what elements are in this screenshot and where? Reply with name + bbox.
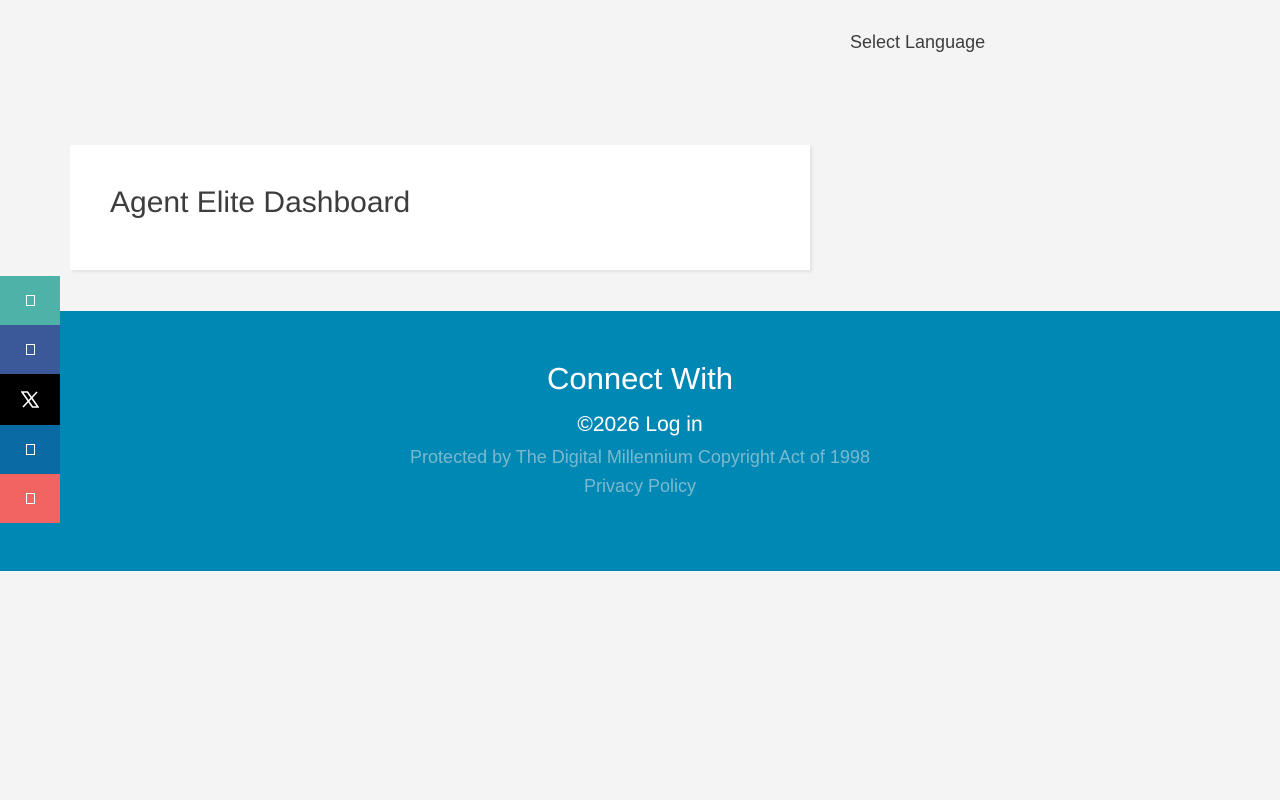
share-icon xyxy=(25,295,35,306)
share-button[interactable] xyxy=(0,276,60,325)
language-selector[interactable]: Select Language xyxy=(850,31,985,53)
linkedin-share-button[interactable] xyxy=(0,425,60,474)
x-share-button[interactable] xyxy=(0,374,60,425)
facebook-share-button[interactable] xyxy=(0,325,60,374)
email-icon xyxy=(25,493,35,504)
site-footer: Connect With ©2026 Log in Protected by T… xyxy=(0,311,1280,571)
email-share-button[interactable] xyxy=(0,474,60,523)
connect-heading: Connect With xyxy=(546,361,734,396)
x-twitter-icon xyxy=(21,391,39,408)
dmca-notice: Protected by The Digital Millennium Copy… xyxy=(410,447,870,467)
page: Select Language Agent Elite Dashboard Co… xyxy=(0,0,1280,800)
language-selector-label: Select Language xyxy=(850,32,986,52)
page-title-card: Agent Elite Dashboard xyxy=(70,145,810,270)
copyright-row: ©2026 Log in xyxy=(0,412,1280,438)
privacy-policy-link[interactable]: Privacy Policy xyxy=(584,476,696,496)
linkedin-icon xyxy=(25,444,35,455)
facebook-icon xyxy=(25,344,35,355)
social-share-bar xyxy=(0,276,60,523)
page-title: Agent Elite Dashboard xyxy=(110,186,411,219)
privacy-row: Privacy Policy xyxy=(0,475,1280,497)
copyright-text: ©2026 xyxy=(577,413,640,436)
login-link[interactable]: Log in xyxy=(645,413,702,436)
